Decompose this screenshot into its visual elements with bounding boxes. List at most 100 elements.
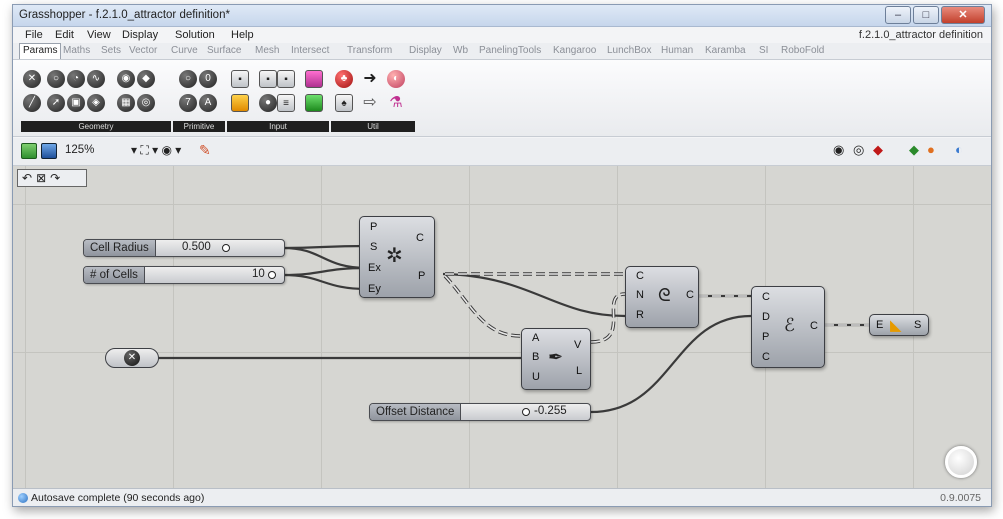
input-port[interactable]: A — [532, 332, 539, 344]
output-port[interactable]: P — [418, 270, 425, 282]
input-port[interactable]: R — [636, 309, 644, 321]
input-port[interactable]: B — [532, 351, 539, 363]
tab-robofold[interactable]: RoboFold — [781, 45, 824, 56]
input-port[interactable]: S — [370, 241, 377, 253]
tab-lunchbox[interactable]: LunchBox — [607, 45, 651, 56]
plane-param-icon[interactable]: ▣ — [67, 94, 85, 112]
hexagonal-grid-component[interactable]: P S Ex Ey C P ✲ — [359, 216, 435, 298]
vector-param-icon[interactable]: ➚ — [47, 94, 65, 112]
canvas[interactable]: ↶⊠↷ Cell Radius 0.500 # of Cells 10 Offs… — [13, 166, 991, 488]
preview-shaded-icon[interactable]: ◉ — [833, 142, 844, 158]
toggle-icon[interactable]: ▪ — [231, 70, 249, 88]
tab-human[interactable]: Human — [661, 45, 693, 56]
menu-help[interactable]: Help — [231, 29, 254, 41]
slider-grip[interactable] — [222, 244, 230, 252]
cluster-icon[interactable]: ♠ — [335, 94, 353, 112]
input-port[interactable]: Ey — [368, 283, 381, 295]
input-port[interactable]: P — [370, 221, 377, 233]
menu-edit[interactable]: Edit — [55, 29, 74, 41]
input-port[interactable]: P — [762, 331, 769, 343]
menu-display[interactable]: Display — [122, 29, 158, 41]
navigation-compass-icon[interactable] — [945, 446, 977, 478]
relay-arrow-icon[interactable]: ➜ — [361, 70, 379, 88]
document-preview-icon[interactable]: ◆ — [909, 142, 919, 158]
maximize-button[interactable]: □ — [913, 6, 939, 24]
display-settings-icon[interactable]: ● — [927, 142, 935, 157]
output-port[interactable]: C — [810, 320, 818, 332]
sketch-brush-icon[interactable]: ✎ — [199, 142, 211, 159]
integer-param-icon[interactable]: 0 — [199, 70, 217, 88]
tab-intersect[interactable]: Intersect — [291, 45, 329, 56]
panel-icon[interactable]: ▪ — [277, 70, 295, 88]
render-icon[interactable]: ◐ — [955, 142, 963, 157]
output-port[interactable]: C — [416, 232, 424, 244]
value-list-icon[interactable]: ≡ — [277, 94, 295, 112]
surface-param-icon[interactable]: ◉ — [117, 70, 135, 88]
attractor-point-param[interactable]: ✕ — [105, 348, 159, 368]
tab-mesh[interactable]: Mesh — [255, 45, 279, 56]
boolean-param-icon[interactable]: ○ — [179, 70, 197, 88]
input-port[interactable]: Ex — [368, 262, 381, 274]
line-param-icon[interactable]: ╱ — [23, 94, 41, 112]
input-port[interactable]: C — [762, 351, 770, 363]
close-button[interactable]: ✕ — [941, 6, 985, 24]
cherry-picker-icon[interactable]: ♣ — [335, 70, 353, 88]
offset-distance-slider[interactable]: Offset Distance -0.255 — [369, 403, 591, 421]
tab-params[interactable]: Params — [19, 43, 62, 59]
output-port[interactable]: C — [686, 289, 694, 301]
gradient-icon[interactable] — [305, 70, 323, 88]
boundary-surface-component[interactable]: E ◣ S — [869, 314, 929, 336]
closest-point-component[interactable]: A B U V L ✒ — [521, 328, 591, 390]
tab-transform[interactable]: Transform — [347, 45, 392, 56]
tab-surface[interactable]: Surface — [207, 45, 241, 56]
zoom-level[interactable]: 125% — [65, 144, 94, 156]
input-port[interactable]: E — [876, 319, 883, 331]
slider-icon[interactable]: ● — [259, 94, 277, 112]
tab-wb[interactable]: Wb — [453, 45, 468, 56]
slider-grip[interactable] — [268, 271, 276, 279]
arc-param-icon[interactable]: ◔ — [67, 70, 85, 88]
md-slider-icon[interactable] — [305, 94, 323, 112]
brep-param-icon[interactable]: ◆ — [137, 70, 155, 88]
tab-kangaroo[interactable]: Kangaroo — [553, 45, 596, 56]
number-param-icon[interactable]: 7 — [179, 94, 197, 112]
swatch-icon[interactable] — [231, 94, 249, 112]
preview-wire-icon[interactable]: ◎ — [853, 142, 864, 158]
point-param-icon[interactable]: ✕ — [23, 70, 41, 88]
circle-component[interactable]: C N R C ᘓ — [625, 266, 699, 328]
zoom-dropdown-icon[interactable]: ▾ ⛶ ▾ ◉ ▾ — [131, 143, 181, 158]
flask-icon[interactable]: ⚗ — [387, 94, 405, 112]
input-port[interactable]: C — [636, 270, 644, 282]
preview-selected-icon[interactable]: ◆ — [873, 142, 883, 158]
input-port[interactable]: N — [636, 289, 644, 301]
tab-panelingtools[interactable]: PanelingTools — [479, 45, 541, 56]
minimize-button[interactable]: – — [885, 6, 911, 24]
curve-param-icon[interactable]: ∿ — [87, 70, 105, 88]
input-port[interactable]: C — [762, 291, 770, 303]
box-param-icon[interactable]: ◈ — [87, 94, 105, 112]
tab-karamba[interactable]: Karamba — [705, 45, 746, 56]
cell-count-slider[interactable]: # of Cells 10 — [83, 266, 285, 284]
input-port[interactable]: U — [532, 371, 540, 383]
mesh-param-icon[interactable]: ▦ — [117, 94, 135, 112]
circle-param-icon[interactable]: ○ — [47, 70, 65, 88]
geometry-param-icon[interactable]: ◎ — [137, 94, 155, 112]
text-param-icon[interactable]: A — [199, 94, 217, 112]
offset-curve-component[interactable]: C D P C C ℰ — [751, 286, 825, 368]
menu-file[interactable]: File — [25, 29, 43, 41]
tab-curve[interactable]: Curve — [171, 45, 198, 56]
cell-radius-slider[interactable]: Cell Radius 0.500 — [83, 239, 285, 257]
slider-grip[interactable] — [522, 408, 530, 416]
output-port[interactable]: V — [574, 339, 581, 351]
output-arrow-icon[interactable]: ⇨ — [361, 94, 379, 112]
menu-view[interactable]: View — [87, 29, 111, 41]
output-port[interactable]: S — [914, 319, 921, 331]
output-port[interactable]: L — [576, 365, 582, 377]
tab-sets[interactable]: Sets — [101, 45, 121, 56]
input-port[interactable]: D — [762, 311, 770, 323]
button-icon[interactable]: ▪ — [259, 70, 277, 88]
tab-maths[interactable]: Maths — [63, 45, 90, 56]
tab-si[interactable]: SI — [759, 45, 768, 56]
menu-solution[interactable]: Solution — [175, 29, 215, 41]
fitness-icon[interactable]: ◐ — [387, 70, 405, 88]
